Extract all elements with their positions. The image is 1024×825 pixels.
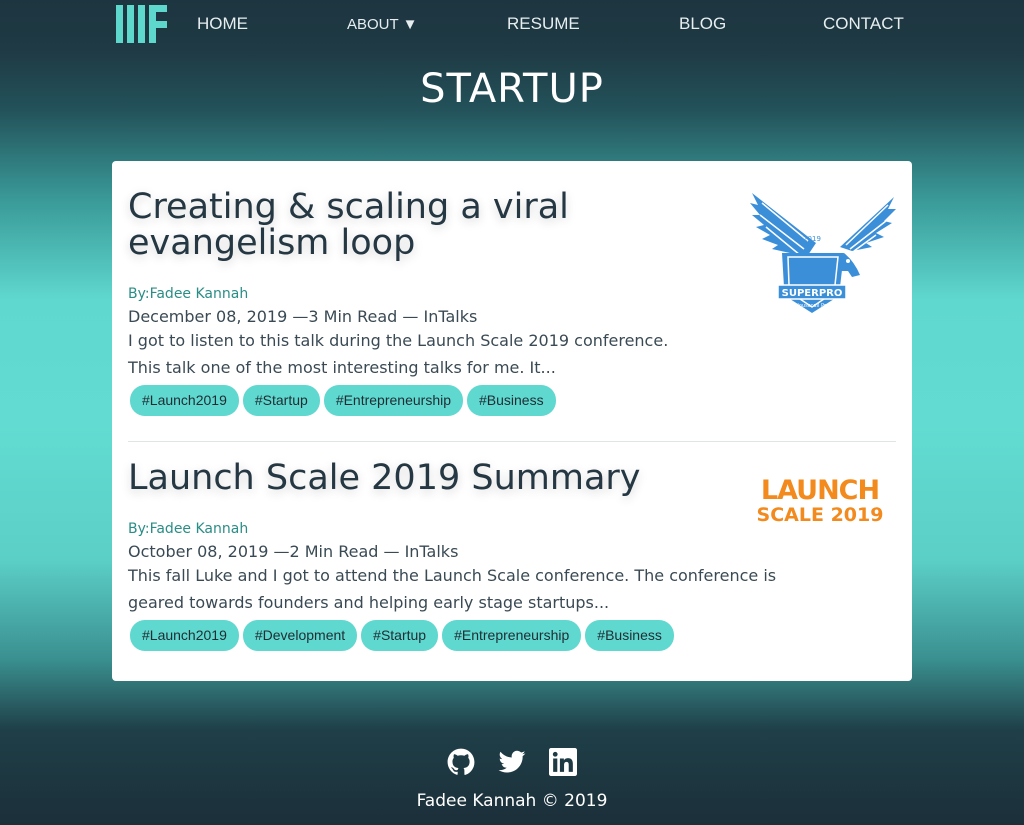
post-title-line[interactable]: Launch Scale 2019 Summary [128, 458, 641, 498]
launch-scale-thumbnail[interactable]: LAUNCH SCALE 2019 [748, 473, 898, 527]
superpro-eagle-thumbnail[interactable]: 2019 SUPERPRO Housecall Pro [748, 191, 898, 323]
badge-sub: Housecall Pro [795, 303, 829, 309]
post-tags: #Launch2019 #Startup #Entrepreneurship #… [130, 385, 896, 416]
post-excerpt-line: This talk one of the most interesting ta… [128, 358, 556, 377]
nav-home-link[interactable]: HOME [197, 14, 248, 34]
badge-text: SUPERPRO [782, 288, 843, 299]
post-divider [128, 441, 896, 442]
post-title-line[interactable]: Creating & scaling a viral [128, 187, 569, 227]
post-meta: October 08, 2019 —2 Min Read — InTalks [128, 542, 459, 561]
tag-startup[interactable]: #Startup [242, 385, 320, 416]
footer-copyright: Fadee Kannah © 2019 [416, 791, 608, 811]
post-excerpt: This fall Luke and I got to attend the L… [128, 562, 896, 616]
post-excerpt-line: I got to listen to this talk during the … [128, 331, 669, 350]
github-icon[interactable] [447, 748, 475, 776]
post-tags: #Launch2019 #Development #Startup #Entre… [130, 620, 896, 651]
launch-logo-line1: LAUNCH [761, 475, 879, 506]
social-links [0, 748, 1024, 776]
brand-logo-icon[interactable] [116, 5, 168, 43]
linkedin-icon[interactable] [549, 748, 577, 776]
tag-development[interactable]: #Development [242, 620, 358, 651]
nav-blog-link[interactable]: BLOG [679, 14, 726, 34]
post-excerpt: I got to listen to this talk during the … [128, 327, 896, 381]
nav-contact-link[interactable]: CONTACT [823, 14, 904, 34]
post-excerpt-line: This fall Luke and I got to attend the L… [128, 566, 777, 585]
tag-launch2019[interactable]: #Launch2019 [130, 620, 239, 651]
badge-year: 2019 [803, 235, 821, 243]
post-author-link[interactable]: By:Fadee Kannah [128, 521, 248, 537]
tag-startup[interactable]: #Startup [361, 620, 439, 651]
post-excerpt-line: geared towards founders and helping earl… [128, 593, 610, 612]
twitter-icon[interactable] [498, 748, 526, 776]
tag-launch2019[interactable]: #Launch2019 [130, 385, 239, 416]
posts-card: Creating & scaling a viral evangelism lo… [112, 161, 912, 681]
page-title: STARTUP [420, 66, 604, 112]
tag-entrepreneurship[interactable]: #Entrepreneurship [442, 620, 582, 651]
tag-entrepreneurship[interactable]: #Entrepreneurship [323, 385, 463, 416]
post-author-link[interactable]: By:Fadee Kannah [128, 286, 248, 302]
nav-about-dropdown[interactable]: ABOUT ▼ [347, 16, 417, 33]
tag-business[interactable]: #Business [585, 620, 674, 651]
launch-logo-line2: SCALE 2019 [757, 504, 884, 526]
top-nav: HOME ABOUT ▼ RESUME BLOG CONTACT [0, 0, 1024, 50]
nav-resume-link[interactable]: RESUME [507, 14, 580, 34]
tag-business[interactable]: #Business [467, 385, 556, 416]
post-title-line[interactable]: evangelism loop [128, 223, 415, 263]
